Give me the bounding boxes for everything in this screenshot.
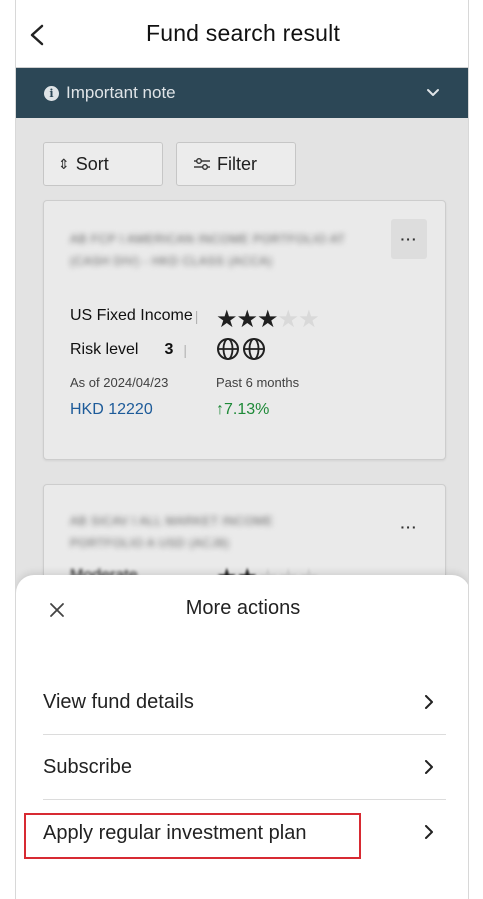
chevron-right-icon <box>425 695 433 709</box>
chevron-right-icon <box>425 760 433 774</box>
sheet-title: More actions <box>185 597 301 619</box>
menu-item-label: View fund details <box>43 691 194 713</box>
chevron-right-icon <box>425 825 433 839</box>
page-title: Fund search result <box>145 20 341 46</box>
app-frame: Fund search result i Important note ⇕ So… <box>15 0 469 899</box>
highlight-box <box>24 813 361 859</box>
menu-item-label: Subscribe <box>43 756 132 778</box>
header: Fund search result <box>16 0 468 68</box>
subscribe-item[interactable]: Subscribe <box>43 736 446 800</box>
view-fund-details-item[interactable]: View fund details <box>43 671 446 735</box>
chevron-left-icon[interactable] <box>28 24 48 46</box>
